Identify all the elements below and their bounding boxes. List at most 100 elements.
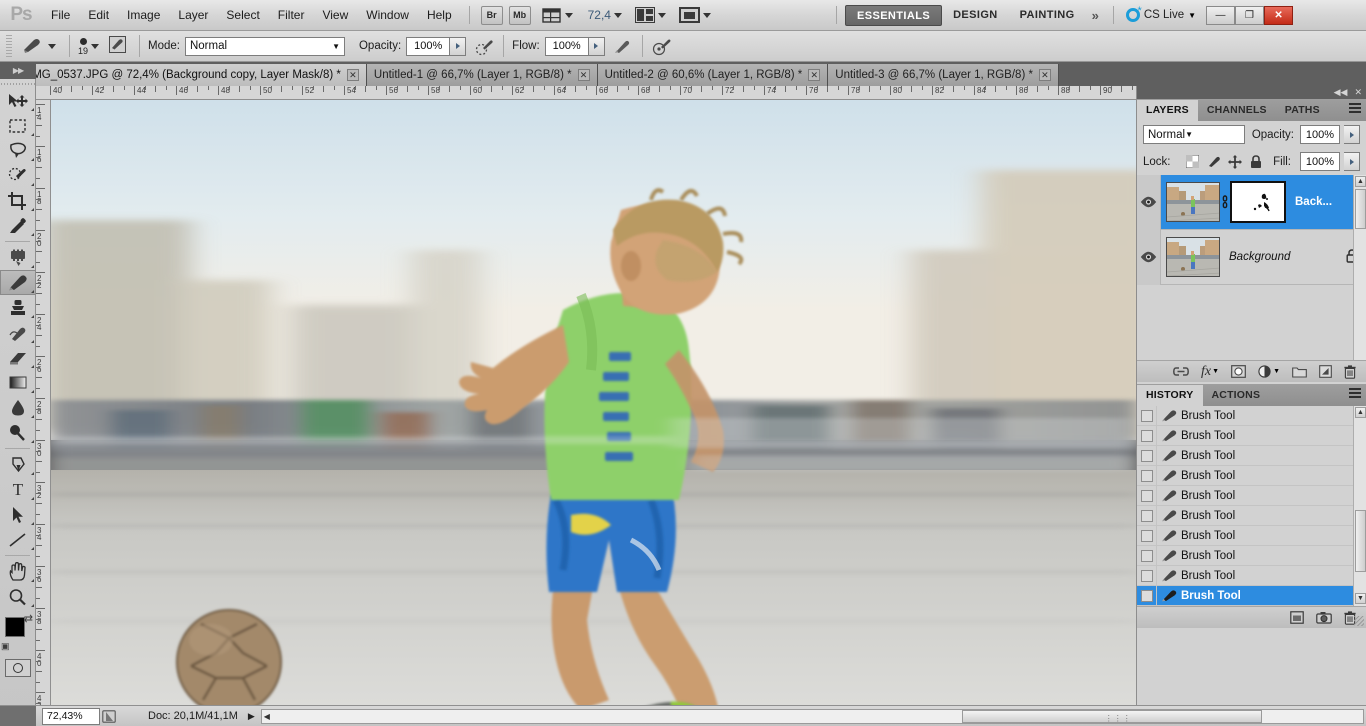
- tool-gradient[interactable]: [0, 370, 36, 395]
- flow-control[interactable]: 100%: [544, 36, 605, 56]
- lock-image-pixels-icon[interactable]: [1207, 155, 1221, 169]
- history-source-toggle[interactable]: [1137, 565, 1157, 586]
- blend-mode-select[interactable]: Normal ▼: [184, 36, 345, 56]
- layer-style-icon[interactable]: fx ▼: [1201, 364, 1219, 380]
- menu-edit[interactable]: Edit: [79, 0, 118, 31]
- history-source-toggle[interactable]: [1137, 405, 1157, 426]
- horizontal-ruler[interactable]: 40 42 44 46 48 50 52 54 56 58 60 62 64 66 68 70 72 74 76 78…: [36, 86, 1136, 100]
- view-extras-chevron-down-icon[interactable]: [564, 12, 573, 18]
- menu-layer[interactable]: Layer: [169, 0, 217, 31]
- history-source-toggle[interactable]: [1137, 545, 1157, 566]
- close-panels-icon[interactable]: ✕: [1354, 87, 1362, 98]
- flow-slider-button[interactable]: [588, 36, 605, 56]
- history-state-row[interactable]: Brush Tool: [1137, 425, 1366, 446]
- layer-thumbnail[interactable]: [1166, 237, 1220, 277]
- delete-layer-icon[interactable]: [1344, 364, 1356, 379]
- cs-live-chevron-down-icon[interactable]: ▼: [1188, 11, 1196, 20]
- layers-scroll-thumb[interactable]: [1355, 189, 1366, 229]
- document-tab-close-icon[interactable]: ✕: [346, 69, 359, 81]
- history-state-row[interactable]: Brush Tool: [1137, 585, 1366, 606]
- document-tab-0[interactable]: IMG_0537.JPG @ 72,4% (Background copy, L…: [22, 64, 367, 86]
- link-layers-icon[interactable]: [1173, 366, 1189, 377]
- tool-zoom[interactable]: [0, 584, 36, 609]
- vertical-ruler[interactable]: 1 41 61 82 02 22 42 62 83 03 23 43 63 84…: [36, 100, 51, 705]
- mini-bridge-icon[interactable]: Mb: [508, 5, 531, 25]
- brush-preset-chevron-down-icon[interactable]: [48, 43, 56, 49]
- layer-fill-input[interactable]: 100%: [1300, 152, 1340, 171]
- tool-path-selection[interactable]: [0, 502, 36, 527]
- layer-visibility-toggle[interactable]: [1137, 229, 1161, 285]
- history-list[interactable]: Brush Tool Brush Tool Brush Tool Brush Tool…: [1137, 405, 1366, 606]
- menu-image[interactable]: Image: [118, 0, 169, 31]
- layer-mask-thumbnail[interactable]: [1230, 181, 1286, 223]
- quick-mask-toggle[interactable]: [4, 659, 31, 677]
- layers-scrollbar[interactable]: ▲: [1353, 175, 1366, 360]
- tool-eyedropper[interactable]: [0, 213, 36, 238]
- airbrush-toggle[interactable]: [651, 35, 673, 57]
- layers-panel-menu-icon[interactable]: [1349, 103, 1361, 115]
- layers-scroll-up-icon[interactable]: ▲: [1355, 176, 1366, 187]
- layer-opacity-input[interactable]: 100%: [1300, 125, 1340, 144]
- lock-position-icon[interactable]: [1227, 154, 1242, 169]
- document-tab-3[interactable]: Untitled-3 @ 66,7% (Layer 1, RGB/8) * ✕: [828, 64, 1059, 86]
- arrange-documents-icon[interactable]: [634, 7, 655, 23]
- menu-select[interactable]: Select: [217, 0, 268, 31]
- history-source-toggle[interactable]: [1137, 505, 1157, 526]
- status-menu-arrow-icon[interactable]: ▶: [248, 711, 255, 722]
- more-workspaces-icon[interactable]: »: [1086, 8, 1105, 23]
- scroll-left-icon[interactable]: ◀: [264, 712, 270, 721]
- menu-filter[interactable]: Filter: [269, 0, 314, 31]
- minimize-button[interactable]: —: [1206, 5, 1236, 25]
- new-group-icon[interactable]: [1292, 366, 1307, 378]
- canvas-area[interactable]: [51, 100, 1136, 705]
- layer-blend-mode-select[interactable]: Normal ▼: [1143, 125, 1245, 144]
- history-state-row[interactable]: Brush Tool: [1137, 445, 1366, 466]
- menu-help[interactable]: Help: [418, 0, 461, 31]
- status-zoom-input[interactable]: 72,43%: [42, 707, 100, 725]
- brush-size-indicator[interactable]: 19: [78, 36, 88, 56]
- tool-eraser[interactable]: [0, 345, 36, 370]
- document-tab-2[interactable]: Untitled-2 @ 60,6% (Layer 1, RGB/8) * ✕: [597, 64, 829, 86]
- screen-mode-icon[interactable]: [678, 7, 700, 23]
- options-bar-grip[interactable]: [6, 35, 12, 57]
- bridge-icon[interactable]: Br: [480, 5, 503, 25]
- tool-hand[interactable]: [0, 559, 36, 584]
- opacity-pressure-icon[interactable]: [473, 35, 495, 57]
- layer-fill-slider-button[interactable]: [1344, 152, 1360, 171]
- tool-move[interactable]: [0, 88, 36, 113]
- tool-history-brush[interactable]: [0, 320, 36, 345]
- menu-view[interactable]: View: [313, 0, 357, 31]
- collapse-panels-icon[interactable]: ◀◀: [1334, 87, 1348, 98]
- opacity-slider-button[interactable]: [450, 36, 467, 56]
- arrange-chevron-down-icon[interactable]: [657, 12, 666, 18]
- panel-resize-grip[interactable]: [1354, 616, 1364, 626]
- panel-tab-history[interactable]: HISTORY: [1137, 385, 1203, 406]
- document-tab-close-icon[interactable]: ✕: [1038, 69, 1051, 81]
- history-source-toggle[interactable]: [1137, 425, 1157, 446]
- history-state-row[interactable]: Brush Tool: [1137, 405, 1366, 426]
- add-layer-mask-icon[interactable]: [1231, 365, 1246, 378]
- horizontal-scrollbar[interactable]: ◀ ⋮⋮⋮: [260, 708, 1364, 724]
- lock-all-icon[interactable]: [1249, 154, 1263, 169]
- tool-clone-stamp[interactable]: [0, 295, 36, 320]
- brush-preset-icon[interactable]: [19, 35, 45, 57]
- layer-row[interactable]: Background: [1137, 229, 1366, 285]
- tool-pen[interactable]: [0, 452, 36, 477]
- tool-brush[interactable]: [0, 270, 36, 295]
- screen-mode-chevron-down-icon[interactable]: [702, 12, 711, 18]
- zoom-chevron-down-icon[interactable]: [613, 12, 622, 18]
- tool-dodge[interactable]: [0, 420, 36, 445]
- history-source-toggle[interactable]: [1137, 485, 1157, 506]
- panel-tab-actions[interactable]: ACTIONS: [1203, 385, 1270, 406]
- history-state-row[interactable]: Brush Tool: [1137, 505, 1366, 526]
- new-snapshot-icon[interactable]: [1316, 611, 1332, 624]
- layer-visibility-toggle[interactable]: [1137, 174, 1161, 230]
- document-tab-1[interactable]: Untitled-1 @ 66,7% (Layer 1, RGB/8) * ✕: [366, 64, 598, 86]
- panel-tab-paths[interactable]: PATHS: [1276, 100, 1329, 121]
- document-tab-close-icon[interactable]: ✕: [808, 69, 821, 81]
- tool-spot-healing-brush[interactable]: [0, 245, 36, 270]
- history-panel-menu-icon[interactable]: [1349, 388, 1361, 400]
- history-source-toggle[interactable]: [1137, 445, 1157, 466]
- tool-quick-selection[interactable]: [0, 163, 36, 188]
- panel-tab-layers[interactable]: LAYERS: [1137, 100, 1198, 121]
